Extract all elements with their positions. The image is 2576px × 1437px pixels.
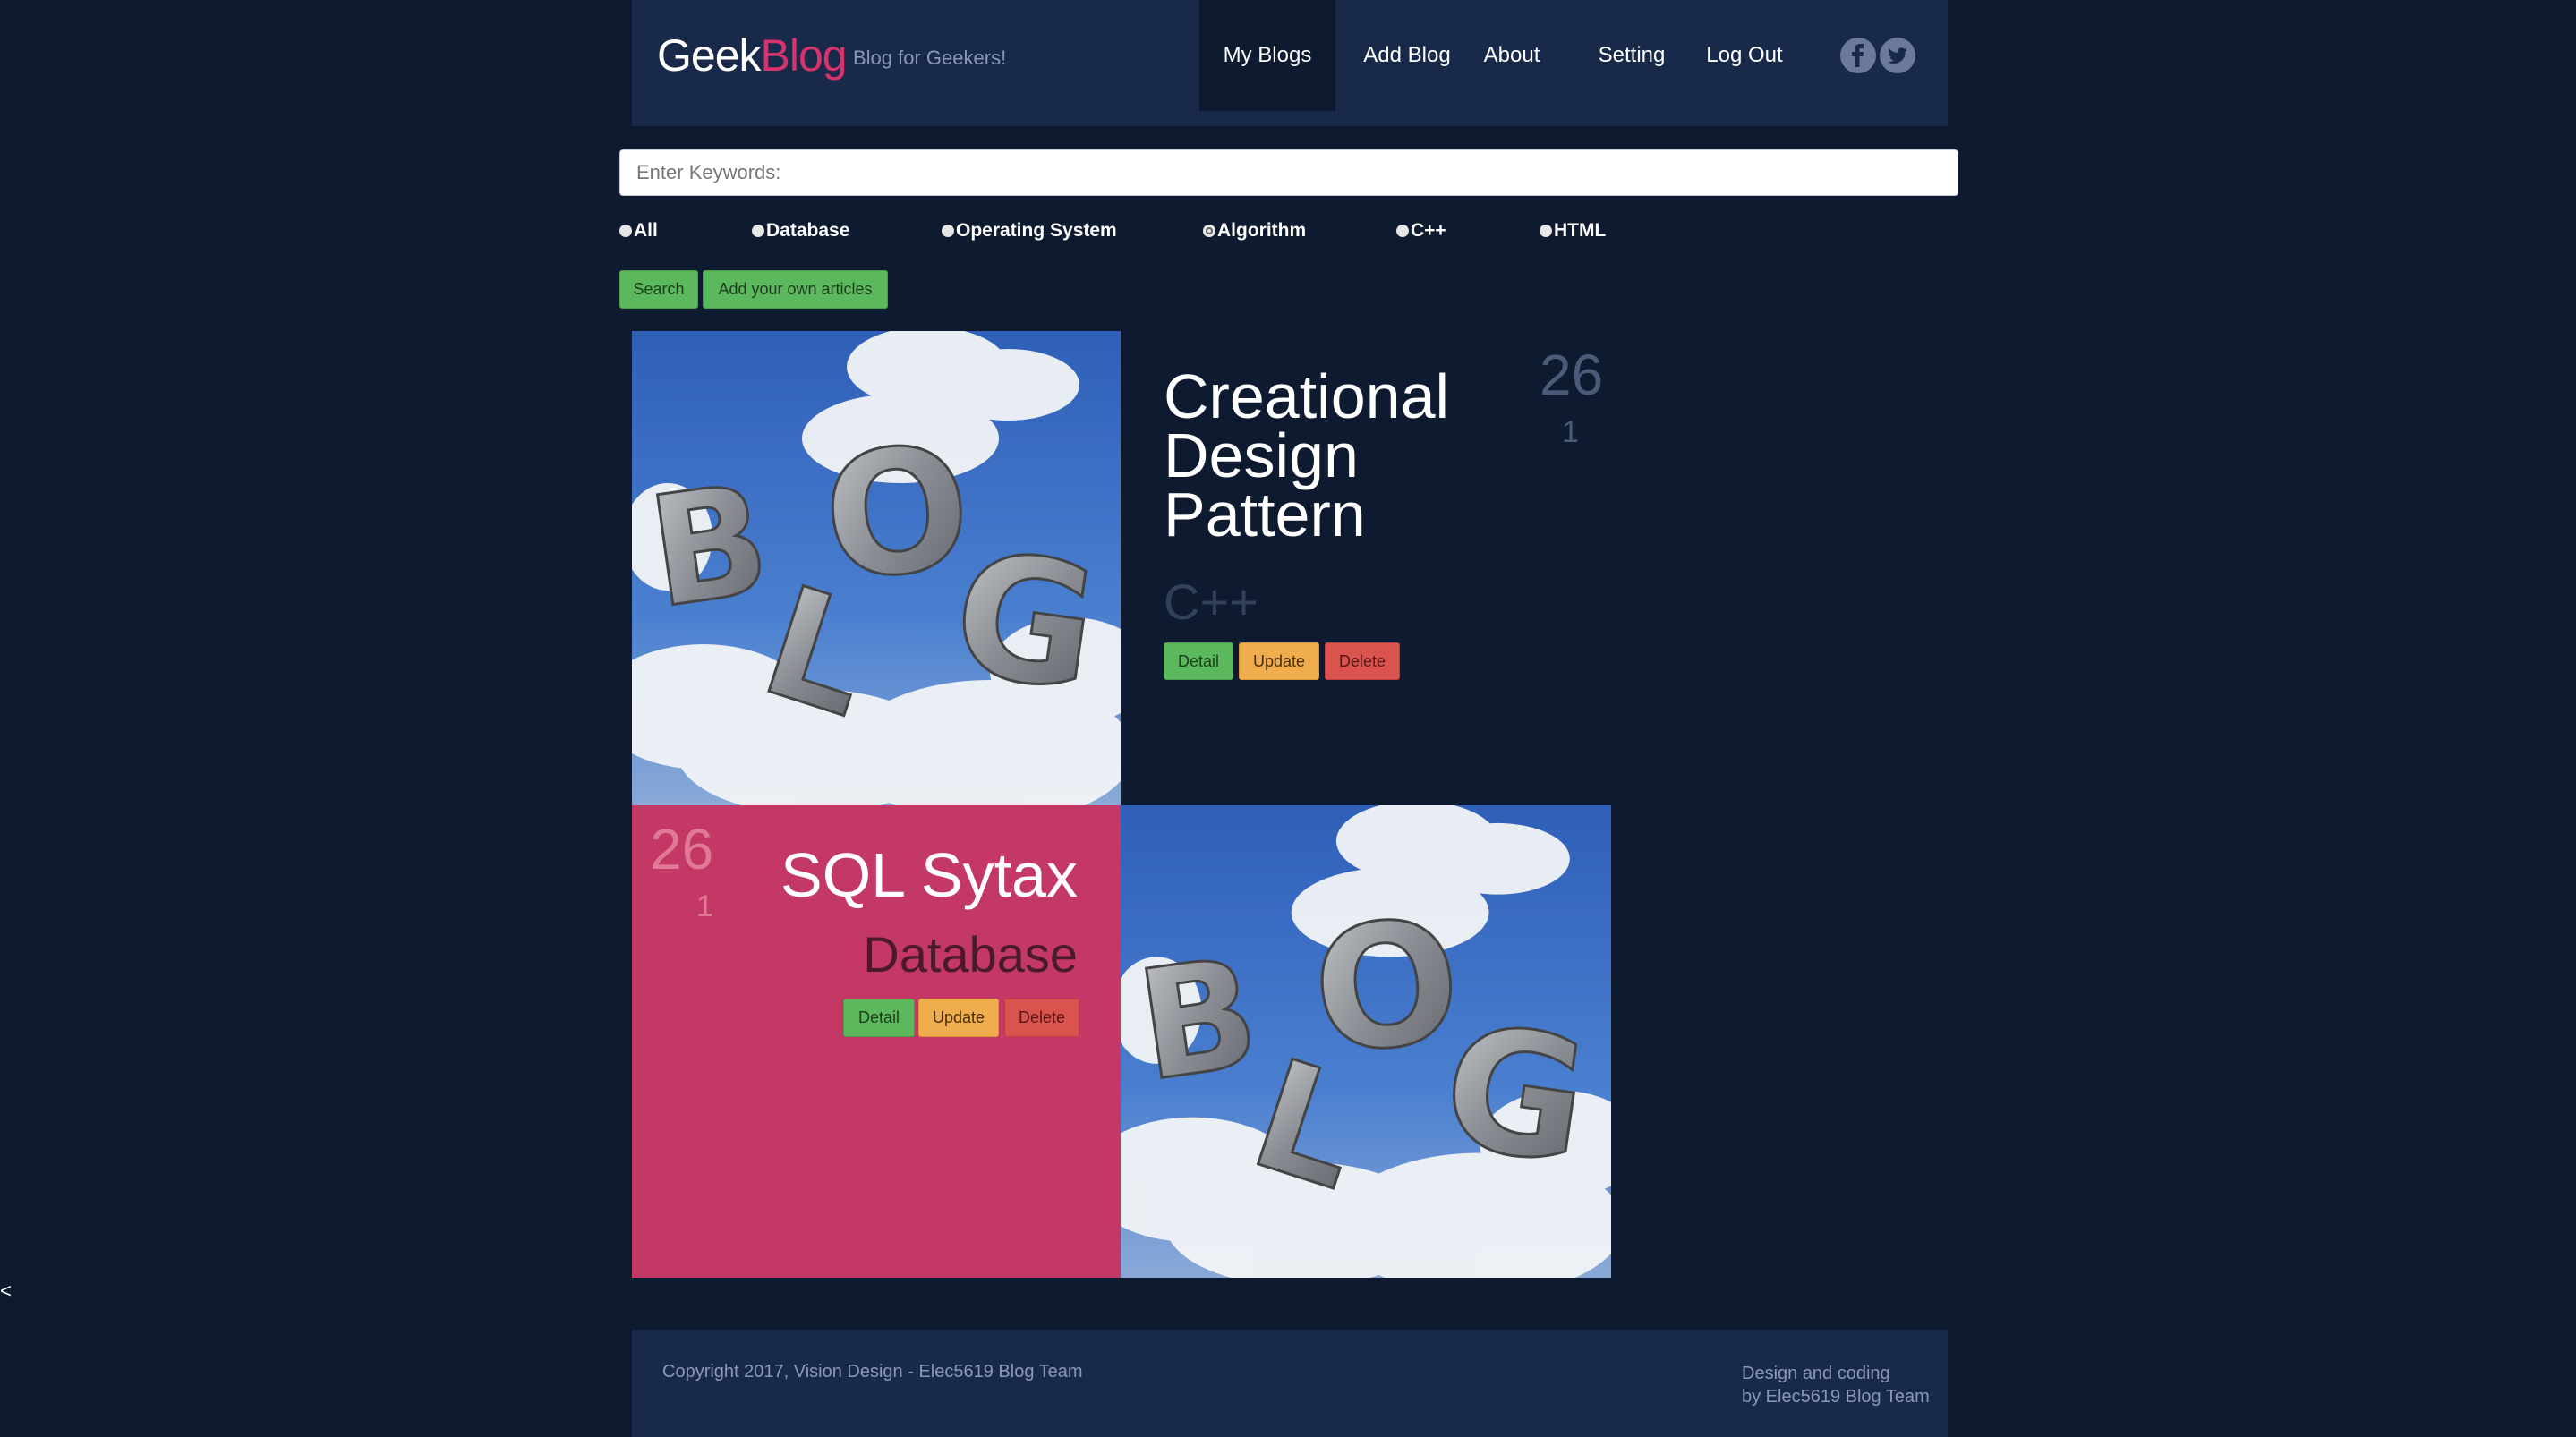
nav-log-out[interactable]: Log Out <box>1699 0 1790 111</box>
site-footer: Copyright 2017, Vision Design - Elec5619… <box>632 1330 1948 1437</box>
update-button[interactable]: Update <box>1239 642 1319 680</box>
logo-geek-text: Geek <box>657 30 762 81</box>
blog-cover-image <box>1121 805 1611 1278</box>
radio-dot <box>1396 225 1409 237</box>
blog-count: 26 <box>650 817 714 881</box>
blog-title[interactable]: Creational Design Pattern <box>1164 365 1486 546</box>
blog-sub-count: 1 <box>696 889 713 923</box>
blog-count: 26 <box>1540 343 1604 407</box>
facebook-glyph <box>1852 44 1864 67</box>
site-header: GeekBlog Blog for Geekers! My Blogs Add … <box>632 0 1948 126</box>
filter-radio-database[interactable]: Database <box>752 218 849 243</box>
keyword-search-input[interactable] <box>619 149 1958 196</box>
nav-setting[interactable]: Setting <box>1588 0 1676 111</box>
blog-cover-image <box>632 331 1121 805</box>
filter-radio-algorithm[interactable]: Algorithm <box>1203 218 1306 243</box>
filter-label: All <box>634 220 658 241</box>
update-button[interactable]: Update <box>918 999 999 1037</box>
twitter-glyph <box>1888 47 1907 64</box>
detail-button[interactable]: Detail <box>843 999 915 1037</box>
collapse-arrow-icon[interactable]: < <box>0 1280 12 1303</box>
footer-credits-line: by Elec5619 Blog Team <box>1742 1387 1930 1407</box>
footer-copyright: Copyright 2017, Vision Design - Elec5619… <box>662 1362 1083 1382</box>
filter-label: C++ <box>1411 220 1446 241</box>
radio-dot <box>942 225 954 237</box>
footer-credits: Design and coding by Elec5619 Blog Team <box>1742 1362 1930 1408</box>
blog-category: C++ <box>1164 574 1258 630</box>
footer-credits-line: Design and coding <box>1742 1364 1890 1383</box>
filter-radio-cpp[interactable]: C++ <box>1396 218 1446 243</box>
detail-button[interactable]: Detail <box>1164 642 1233 680</box>
nav-my-blogs[interactable]: My Blogs <box>1199 0 1335 111</box>
logo-blog-text: Blog <box>760 30 848 81</box>
filter-label: Operating System <box>956 220 1117 241</box>
filter-label: HTML <box>1554 220 1607 241</box>
site-logo[interactable]: GeekBlog <box>657 27 848 84</box>
facebook-icon[interactable] <box>1840 38 1876 73</box>
add-articles-button[interactable]: Add your own articles <box>703 270 888 309</box>
radio-dot <box>752 225 764 237</box>
delete-button[interactable]: Delete <box>1004 999 1079 1037</box>
filter-radio-html[interactable]: HTML <box>1540 218 1606 243</box>
blog-title[interactable]: SQL Sytax <box>780 839 1078 911</box>
blog-category: Database <box>863 926 1078 982</box>
search-button[interactable]: Search <box>619 270 698 309</box>
site-tagline: Blog for Geekers! <box>853 47 1007 69</box>
nav-about[interactable]: About <box>1473 0 1550 111</box>
blog-sub-count: 1 <box>1562 415 1579 449</box>
filter-radio-all[interactable]: All <box>619 218 658 243</box>
blog-cover-graphic <box>1121 805 1611 1278</box>
filter-radio-operating-system[interactable]: Operating System <box>942 218 1117 243</box>
nav-add-blog[interactable]: Add Blog <box>1353 0 1461 111</box>
blog-cover-graphic <box>632 331 1121 805</box>
radio-dot <box>619 225 632 237</box>
radio-dot-selected <box>1203 225 1215 237</box>
filter-label: Database <box>766 220 850 241</box>
radio-dot <box>1540 225 1552 237</box>
filter-label: Algorithm <box>1217 220 1307 241</box>
delete-button[interactable]: Delete <box>1325 642 1400 680</box>
twitter-icon[interactable] <box>1880 38 1915 73</box>
